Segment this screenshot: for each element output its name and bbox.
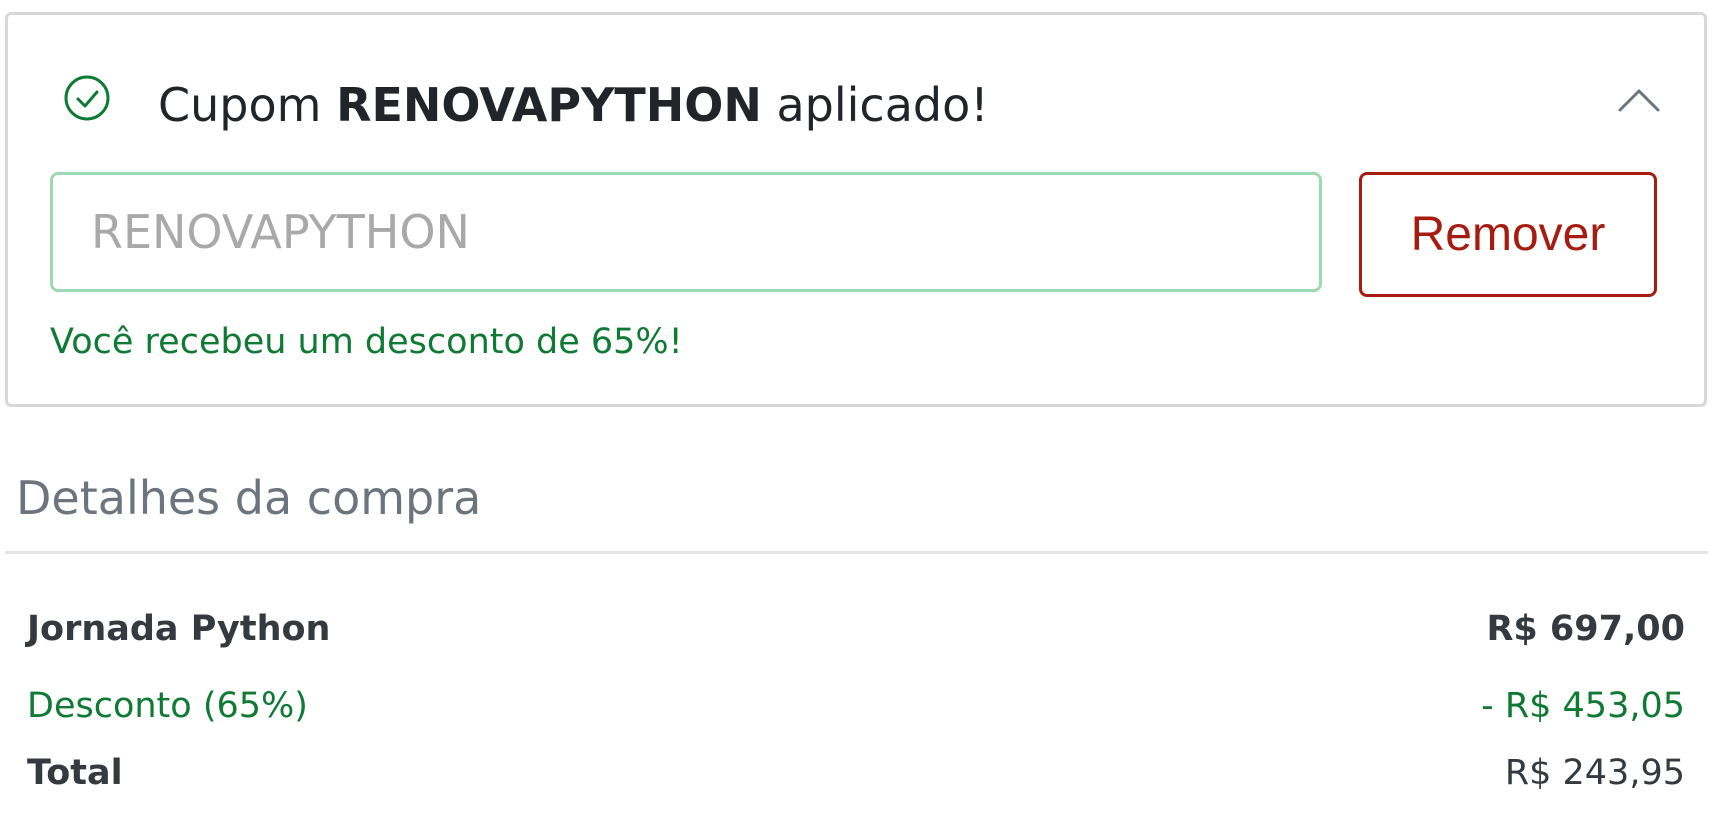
coupon-title-suffix: aplicado! bbox=[776, 78, 989, 132]
product-name: Jornada Python bbox=[27, 609, 331, 649]
coupon-code-input[interactable] bbox=[50, 172, 1322, 292]
coupon-code-label: RENOVAPYTHON bbox=[336, 78, 762, 132]
remove-coupon-button[interactable]: Remover bbox=[1359, 172, 1657, 297]
total-label: Total bbox=[27, 753, 123, 793]
discount-success-message: Você recebeu um desconto de 65%! bbox=[50, 322, 683, 362]
product-price: R$ 697,00 bbox=[1486, 609, 1685, 649]
discount-label: Desconto (65%) bbox=[27, 686, 308, 726]
divider bbox=[5, 551, 1708, 554]
coupon-status-title: Cupom RENOVAPYTHON aplicado! bbox=[158, 77, 989, 133]
coupon-title-prefix: Cupom bbox=[158, 78, 322, 132]
total-amount: R$ 243,95 bbox=[1504, 753, 1685, 793]
discount-amount: - R$ 453,05 bbox=[1481, 686, 1685, 726]
purchase-details-title: Detalhes da compra bbox=[16, 471, 482, 525]
check-circle-icon bbox=[64, 75, 110, 121]
chevron-up-icon[interactable] bbox=[1616, 85, 1662, 115]
